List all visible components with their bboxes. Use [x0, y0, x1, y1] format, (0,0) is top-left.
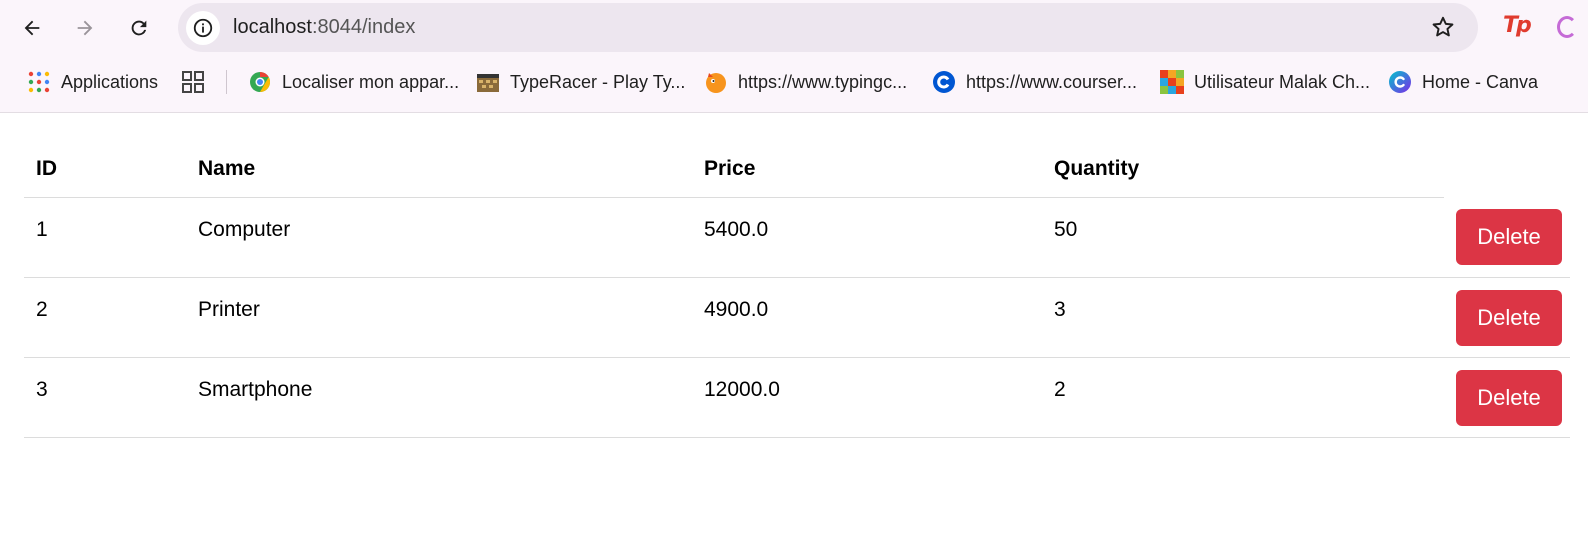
bookmark-label: Utilisateur Malak Ch...: [1194, 71, 1371, 92]
cell-quantity: 2: [1042, 357, 1444, 438]
cell-quantity: 3: [1042, 277, 1444, 358]
coursera-icon: [933, 71, 955, 93]
page-content: ID Name Price Quantity 1 Computer 5400.0…: [0, 113, 1588, 543]
reload-button[interactable]: [121, 10, 157, 46]
cell-actions: Delete: [1444, 197, 1570, 278]
cell-price: 4900.0: [692, 277, 1042, 358]
google-find-device-icon: [250, 72, 270, 92]
table-row: 2 Printer 4900.0 3 Delete: [24, 277, 1570, 358]
bookmark-localiser[interactable]: Localiser mon appar...: [248, 68, 459, 96]
delete-button[interactable]: Delete: [1456, 369, 1562, 426]
cell-actions: Delete: [1444, 277, 1570, 358]
header-name: Name: [186, 141, 692, 198]
extension-partial-icon[interactable]: [1557, 16, 1577, 38]
delete-button[interactable]: Delete: [1456, 289, 1562, 346]
cell-id: 3: [24, 357, 186, 438]
delete-button[interactable]: Delete: [1456, 209, 1562, 265]
back-button[interactable]: [14, 10, 50, 46]
url-host: localhost: [233, 16, 312, 38]
site-info-button[interactable]: [186, 11, 220, 45]
cell-id: 1: [24, 197, 186, 278]
bookmarks-divider: [226, 70, 227, 94]
cell-name: Printer: [186, 277, 692, 358]
arrow-left-icon: [24, 20, 40, 36]
bookmark-tinkercad[interactable]: Utilisateur Malak Ch...: [1160, 68, 1370, 96]
cell-price: 5400.0: [692, 197, 1042, 278]
bookmark-label: TypeRacer - Play Ty...: [510, 71, 686, 92]
cell-name: Computer: [186, 197, 692, 278]
bookmark-typeracer[interactable]: TypeRacer - Play Ty...: [476, 68, 685, 96]
cell-actions: Delete: [1444, 357, 1570, 438]
typeracer-icon: [477, 74, 499, 92]
forward-button[interactable]: [67, 10, 103, 46]
cell-quantity: 50: [1042, 197, 1444, 278]
header-id: ID: [24, 141, 186, 198]
cell-id: 2: [24, 277, 186, 358]
cell-name: Smartphone: [186, 357, 692, 438]
apps-grid-icon: [28, 71, 50, 93]
table-row: 1 Computer 5400.0 50 Delete: [24, 197, 1570, 278]
bookmark-typingclub[interactable]: https://www.typingc...: [704, 68, 907, 96]
tab-groups-button[interactable]: [181, 68, 205, 96]
header-quantity: Quantity: [1042, 141, 1444, 198]
url-text[interactable]: localhost:8044/index: [233, 16, 415, 39]
bookmark-label: Applications: [61, 71, 159, 92]
header-price: Price: [692, 141, 1042, 198]
bookmark-label: https://www.courser...: [966, 71, 1138, 92]
browser-chrome: localhost:8044/index Tp Applications Loc…: [0, 0, 1588, 113]
arrow-right-icon: [77, 20, 93, 36]
bookmark-applications[interactable]: Applications: [27, 68, 158, 96]
bookmarks-bar: Applications Localiser mon appar... Type…: [0, 62, 1588, 102]
table-header-row: ID Name Price Quantity: [24, 141, 1570, 198]
reload-icon: [131, 20, 147, 36]
bookmark-label: Home - Canva: [1422, 71, 1539, 92]
canva-icon: [1389, 71, 1411, 93]
bookmark-label: https://www.typingc...: [738, 71, 908, 92]
bookmark-canva[interactable]: Home - Canva: [1388, 68, 1538, 96]
typing-extension-icon[interactable]: Tp: [1503, 13, 1532, 38]
typingclub-icon: [706, 73, 726, 93]
table-row: 3 Smartphone 12000.0 2 Delete: [24, 357, 1570, 438]
bookmark-coursera[interactable]: https://www.courser...: [932, 68, 1137, 96]
header-actions: [1444, 141, 1570, 197]
url-path: :8044/index: [311, 16, 416, 38]
tinkercad-icon: [1160, 70, 1184, 94]
cell-price: 12000.0: [692, 357, 1042, 438]
address-bar[interactable]: localhost:8044/index: [178, 3, 1478, 52]
info-icon: [193, 18, 213, 38]
bookmark-label: Localiser mon appar...: [282, 71, 460, 92]
products-table: ID Name Price Quantity 1 Computer 5400.0…: [24, 141, 1570, 438]
bookmark-star-icon[interactable]: [1430, 14, 1456, 40]
tab-groups-icon: [182, 71, 204, 93]
